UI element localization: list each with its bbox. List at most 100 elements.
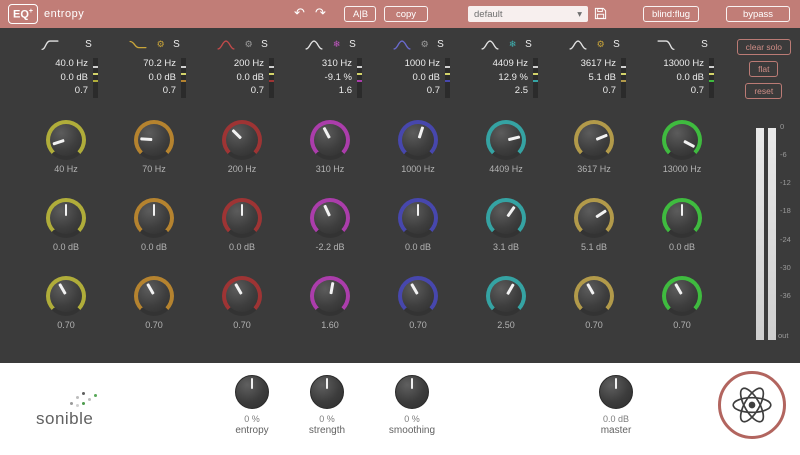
frequency-knob-group: 310 Hz bbox=[310, 120, 350, 174]
band-mode-icon[interactable]: ⚙ bbox=[595, 39, 606, 50]
q-knob-group: 0.70 bbox=[46, 276, 86, 330]
q-knob[interactable] bbox=[222, 276, 262, 316]
band-gain-value[interactable]: 0.0 dB bbox=[650, 71, 704, 85]
solo-button[interactable]: S bbox=[437, 39, 444, 50]
frequency-knob[interactable] bbox=[662, 120, 702, 160]
undo-button[interactable]: ↶ bbox=[294, 5, 305, 21]
band-gain-value[interactable]: 5.1 dB bbox=[562, 71, 616, 85]
band-value-readout: 4409 Hz 12.9 % 2.5 bbox=[474, 57, 538, 98]
product-name: entropy bbox=[44, 7, 85, 20]
solo-button[interactable]: S bbox=[525, 39, 532, 50]
band-frequency-value[interactable]: 310 Hz bbox=[298, 57, 352, 71]
filter-shape-icon[interactable] bbox=[392, 38, 412, 52]
clear-solo-button[interactable]: clear solo bbox=[736, 39, 791, 55]
solo-button[interactable]: S bbox=[349, 39, 356, 50]
band-frequency-value[interactable]: 200 Hz bbox=[210, 57, 264, 71]
entropy-knob[interactable] bbox=[235, 375, 269, 409]
frequency-knob[interactable] bbox=[398, 120, 438, 160]
gain-knob[interactable] bbox=[222, 198, 262, 238]
band-frequency-value[interactable]: 1000 Hz bbox=[386, 57, 440, 71]
solo-button[interactable]: S bbox=[613, 39, 620, 50]
band-mode-icon[interactable]: ⚙ bbox=[155, 39, 166, 50]
band-q-value[interactable]: 0.7 bbox=[562, 84, 616, 98]
band-q-value[interactable]: 1.6 bbox=[298, 84, 352, 98]
side-button-group: clear solo flat reset bbox=[736, 39, 791, 99]
band-gain-value[interactable]: 12.9 % bbox=[474, 71, 528, 85]
filter-shape-icon[interactable] bbox=[568, 38, 588, 52]
band-frequency-value[interactable]: 40.0 Hz bbox=[34, 57, 88, 71]
band-value-readout: 13000 Hz 0.0 dB 0.7 bbox=[650, 57, 714, 98]
gain-knob[interactable] bbox=[662, 198, 702, 238]
band-q-value[interactable]: 0.7 bbox=[210, 84, 264, 98]
filter-shape-icon[interactable] bbox=[656, 38, 676, 52]
band-frequency-value[interactable]: 13000 Hz bbox=[650, 57, 704, 71]
band-q-value[interactable]: 0.7 bbox=[386, 84, 440, 98]
band-gain-value[interactable]: 0.0 dB bbox=[34, 71, 88, 85]
bypass-button[interactable]: bypass bbox=[726, 6, 790, 22]
q-knob[interactable] bbox=[134, 276, 174, 316]
q-knob[interactable] bbox=[574, 276, 614, 316]
band-frequency-value[interactable]: 4409 Hz bbox=[474, 57, 528, 71]
band-q-value[interactable]: 0.7 bbox=[122, 84, 176, 98]
knob-pointer bbox=[680, 204, 684, 216]
master-label: master bbox=[600, 425, 632, 436]
solo-button[interactable]: S bbox=[261, 39, 268, 50]
band-gain-value[interactable]: 0.0 dB bbox=[122, 71, 176, 85]
knob-pointer bbox=[505, 283, 515, 295]
redo-button[interactable]: ↷ bbox=[315, 5, 326, 21]
reset-button[interactable]: reset bbox=[745, 83, 783, 99]
band-q-value[interactable]: 0.7 bbox=[650, 84, 704, 98]
q-knob-group: 0.70 bbox=[662, 276, 702, 330]
q-knob[interactable] bbox=[486, 276, 526, 316]
smoothing-knob[interactable] bbox=[395, 375, 429, 409]
band-gain-value[interactable]: -9.1 % bbox=[298, 71, 352, 85]
frequency-knob[interactable] bbox=[310, 120, 350, 160]
band-value-readout: 70.2 Hz 0.0 dB 0.7 bbox=[122, 57, 186, 98]
blindflug-button[interactable]: blind:flug bbox=[643, 6, 700, 22]
strength-knob[interactable] bbox=[310, 375, 344, 409]
q-knob[interactable] bbox=[46, 276, 86, 316]
gain-knob[interactable] bbox=[486, 198, 526, 238]
q-knob[interactable] bbox=[310, 276, 350, 316]
ab-compare-button[interactable]: A|B bbox=[344, 6, 376, 22]
filter-shape-icon[interactable] bbox=[216, 38, 236, 52]
solo-button[interactable]: S bbox=[701, 39, 708, 50]
band-mode-icon[interactable]: ⚙ bbox=[243, 39, 254, 50]
band-q-value[interactable]: 2.5 bbox=[474, 84, 528, 98]
gain-knob[interactable] bbox=[574, 198, 614, 238]
gain-knob[interactable] bbox=[310, 198, 350, 238]
eq-band: ⚙ S 1000 Hz 0.0 dB 0.7 1000 Hz 0.0 dB 0.… bbox=[374, 28, 462, 363]
band-q-value[interactable]: 0.7 bbox=[34, 84, 88, 98]
frequency-knob[interactable] bbox=[486, 120, 526, 160]
gain-knob[interactable] bbox=[134, 198, 174, 238]
filter-shape-icon[interactable] bbox=[128, 38, 148, 52]
band-gain-value[interactable]: 0.0 dB bbox=[210, 71, 264, 85]
q-knob[interactable] bbox=[662, 276, 702, 316]
flat-button[interactable]: flat bbox=[749, 61, 779, 77]
solo-button[interactable]: S bbox=[85, 39, 92, 50]
filter-shape-icon[interactable] bbox=[304, 38, 324, 52]
save-preset-button[interactable] bbox=[594, 7, 607, 23]
band-mode-icon[interactable]: ⚙ bbox=[419, 39, 430, 50]
band-mode-icon[interactable]: ❄ bbox=[507, 39, 518, 50]
preset-dropdown[interactable]: default ▾ bbox=[468, 6, 588, 22]
frequency-knob[interactable] bbox=[574, 120, 614, 160]
frequency-knob[interactable] bbox=[46, 120, 86, 160]
gain-knob[interactable] bbox=[46, 198, 86, 238]
frequency-knob[interactable] bbox=[222, 120, 262, 160]
q-knob-label: 0.70 bbox=[409, 320, 427, 330]
master-knob[interactable] bbox=[599, 375, 633, 409]
knob-pointer bbox=[614, 378, 618, 389]
band-gain-value[interactable]: 0.0 dB bbox=[386, 71, 440, 85]
band-frequency-value[interactable]: 70.2 Hz bbox=[122, 57, 176, 71]
band-frequency-value[interactable]: 3617 Hz bbox=[562, 57, 616, 71]
band-mode-icon[interactable]: ❄ bbox=[331, 39, 342, 50]
gain-knob[interactable] bbox=[398, 198, 438, 238]
q-knob[interactable] bbox=[398, 276, 438, 316]
solo-button[interactable]: S bbox=[173, 39, 180, 50]
knob-pointer bbox=[506, 205, 516, 218]
frequency-knob[interactable] bbox=[134, 120, 174, 160]
filter-shape-icon[interactable] bbox=[40, 38, 60, 52]
filter-shape-icon[interactable] bbox=[480, 38, 500, 52]
copy-button[interactable]: copy bbox=[384, 6, 428, 22]
